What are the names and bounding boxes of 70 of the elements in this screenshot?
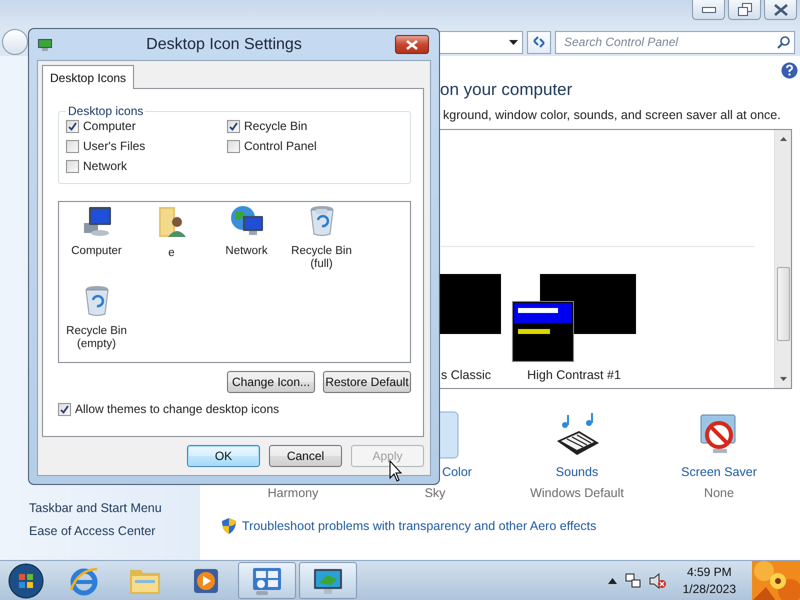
- scroll-thumb[interactable]: [776, 267, 790, 341]
- user-folder-icon: [156, 205, 186, 239]
- theme-name[interactable]: High Contrast #1: [527, 368, 621, 382]
- checkbox[interactable]: [66, 160, 79, 172]
- page-description: kground, window color, sounds, and screen saver all at once.: [443, 107, 782, 123]
- checkbox-label[interactable]: User's Files: [83, 139, 146, 153]
- checkbox[interactable]: [66, 140, 79, 152]
- clock-time: 4:59 PM: [686, 564, 732, 580]
- restore-icon: [738, 3, 752, 16]
- setting-value: None: [704, 486, 734, 500]
- group-label: Desktop icons: [67, 104, 144, 118]
- network-icon: [230, 205, 264, 237]
- taskbar-button[interactable]: [238, 562, 296, 599]
- help-icon[interactable]: [781, 62, 798, 79]
- restore-button[interactable]: [728, 0, 761, 20]
- muted-speaker-icon[interactable]: [648, 572, 667, 588]
- setting-link[interactable]: Screen Saver: [681, 465, 757, 480]
- theme-preview[interactable]: [512, 274, 636, 362]
- setting-link[interactable]: Sounds: [556, 465, 598, 480]
- setting-value: Harmony: [268, 486, 318, 500]
- icon-label[interactable]: e: [136, 247, 206, 260]
- refresh-button[interactable]: [527, 30, 551, 54]
- clock-date: 1/28/2023: [682, 580, 736, 598]
- close-icon: [774, 4, 788, 16]
- close-icon: [406, 40, 418, 50]
- recycle-bin-icon: [308, 205, 334, 237]
- checkbox-label[interactable]: Control Panel: [244, 139, 317, 153]
- minimize-icon: [702, 6, 716, 12]
- dialog-button[interactable]: Cancel: [269, 445, 342, 467]
- dialog-title: Desktop Icon Settings: [146, 36, 302, 54]
- show-hidden-icon[interactable]: [608, 578, 617, 584]
- icon-label[interactable]: Network: [212, 245, 282, 258]
- back-button[interactable]: [2, 29, 28, 55]
- checkbox-label[interactable]: Network: [83, 159, 128, 173]
- taskbar-button[interactable]: [299, 562, 357, 599]
- network-icon[interactable]: [624, 572, 641, 588]
- dropdown-icon: [509, 40, 518, 44]
- icon-label[interactable]: Computer: [62, 245, 132, 258]
- icon-label[interactable]: Recycle Bin (full): [286, 245, 356, 271]
- scroll-down-icon[interactable]: [780, 377, 786, 381]
- scroll-up-icon[interactable]: [780, 137, 786, 141]
- dialog-button[interactable]: Restore Default: [323, 371, 411, 393]
- icon-label[interactable]: Recycle Bin (empty): [62, 325, 132, 351]
- checkbox[interactable]: [66, 120, 79, 132]
- sidebar-link[interactable]: Taskbar and Start Menu: [29, 497, 200, 520]
- checkbox-label[interactable]: Allow themes to change desktop icons: [75, 402, 280, 416]
- search-icon[interactable]: [777, 36, 790, 48]
- troubleshoot-link[interactable]: Troubleshoot problems with transparency and other Aero effects: [242, 519, 596, 533]
- checkbox[interactable]: [227, 140, 240, 152]
- scrollbar[interactable]: [774, 130, 791, 388]
- theme-name[interactable]: s Classic: [440, 368, 491, 382]
- setting-value: Windows Default: [530, 486, 624, 500]
- checkbox[interactable]: [58, 402, 71, 416]
- checkbox-label[interactable]: Recycle Bin: [244, 119, 308, 133]
- minimize-button[interactable]: [692, 0, 725, 20]
- dialog-button[interactable]: OK: [187, 445, 260, 467]
- shield-icon: [222, 518, 236, 534]
- sidebar-link[interactable]: Ease of Access Center: [29, 520, 200, 542]
- refresh-icon: [532, 35, 546, 49]
- search-field[interactable]: Search Control Panel: [555, 30, 795, 54]
- dialog-button[interactable]: Change Icon...: [227, 371, 315, 393]
- close-button[interactable]: [394, 35, 429, 54]
- page-heading: on your computer: [440, 79, 574, 101]
- recycle-bin-icon: [84, 285, 110, 317]
- checkbox-label[interactable]: Computer: [83, 119, 136, 133]
- tab[interactable]: Desktop Icons: [42, 65, 134, 89]
- checkbox[interactable]: [227, 120, 240, 132]
- setting-value: Sky: [424, 486, 446, 500]
- close-button[interactable]: [764, 0, 797, 20]
- monitor-icon: [37, 38, 53, 52]
